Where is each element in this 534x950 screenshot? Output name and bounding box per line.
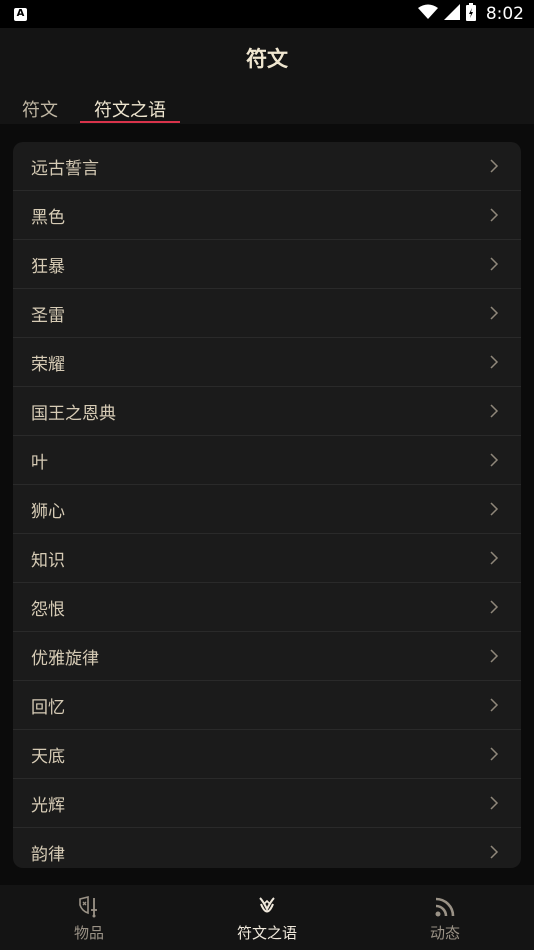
list-item[interactable]: 荣耀 bbox=[13, 338, 521, 387]
tab-bar: 符文 符文之语 bbox=[0, 88, 534, 124]
list-item-label: 圣雷 bbox=[31, 305, 65, 326]
list-item[interactable]: 圣雷 bbox=[13, 289, 521, 338]
chevron-right-icon bbox=[489, 550, 499, 566]
list-item[interactable]: 狮心 bbox=[13, 485, 521, 534]
nav-label: 符文之语 bbox=[236, 924, 297, 942]
chevron-right-icon bbox=[489, 697, 499, 713]
tab-label: 符文之语 bbox=[94, 100, 166, 121]
list-item-label: 知识 bbox=[31, 550, 65, 571]
list-item[interactable]: 国王之恩典 bbox=[13, 387, 521, 436]
list-item-label: 黑色 bbox=[31, 207, 65, 228]
list-item[interactable]: 叶 bbox=[13, 436, 521, 485]
nav-label: 动态 bbox=[429, 924, 460, 942]
rune-icon bbox=[254, 895, 280, 919]
list-item[interactable]: 优雅旋律 bbox=[13, 632, 521, 681]
chevron-right-icon bbox=[489, 844, 499, 860]
chevron-right-icon bbox=[489, 452, 499, 468]
runeword-list: 远古誓言黑色狂暴圣雷荣耀国王之恩典叶狮心知识怨恨优雅旋律回忆天底光辉韵律 bbox=[13, 142, 521, 868]
status-bar: A 8:02 bbox=[0, 0, 534, 28]
list-item-label: 荣耀 bbox=[31, 354, 65, 375]
list-item[interactable]: 韵律 bbox=[13, 828, 521, 868]
page-title: 符文 bbox=[246, 47, 288, 71]
list-item[interactable]: 狂暴 bbox=[13, 240, 521, 289]
notification-app-icon: A bbox=[14, 7, 27, 21]
list-item-label: 国王之恩典 bbox=[31, 403, 116, 424]
nav-item-items[interactable]: 物品 bbox=[0, 885, 178, 950]
list-item[interactable]: 远古誓言 bbox=[13, 142, 521, 191]
list-item-label: 狮心 bbox=[31, 501, 65, 522]
shield-sword-icon bbox=[76, 895, 102, 919]
chevron-right-icon bbox=[489, 158, 499, 174]
list-item[interactable]: 黑色 bbox=[13, 191, 521, 240]
tab-runewords[interactable]: 符文之语 bbox=[80, 88, 180, 124]
chevron-right-icon bbox=[489, 501, 499, 517]
chevron-right-icon bbox=[489, 207, 499, 223]
nav-label: 物品 bbox=[73, 924, 104, 942]
chevron-right-icon bbox=[489, 746, 499, 762]
list-item-label: 远古誓言 bbox=[31, 158, 99, 179]
chevron-right-icon bbox=[489, 305, 499, 321]
list-item-label: 叶 bbox=[31, 452, 48, 473]
chevron-right-icon bbox=[489, 795, 499, 811]
tab-label: 符文 bbox=[22, 100, 58, 121]
chevron-right-icon bbox=[489, 256, 499, 272]
chevron-right-icon bbox=[489, 599, 499, 615]
list-item-label: 怨恨 bbox=[31, 599, 65, 620]
status-time: 8:02 bbox=[485, 4, 524, 24]
chevron-right-icon bbox=[489, 648, 499, 664]
bottom-nav: 物品 符文之语 动态 bbox=[0, 885, 534, 950]
tab-runes[interactable]: 符文 bbox=[22, 88, 58, 124]
wifi-icon bbox=[417, 4, 438, 24]
list-item-label: 韵律 bbox=[31, 844, 65, 865]
chevron-right-icon bbox=[489, 403, 499, 419]
list-item-label: 天底 bbox=[31, 746, 65, 767]
list-item-label: 狂暴 bbox=[31, 256, 65, 277]
chevron-right-icon bbox=[489, 354, 499, 370]
cellular-signal-icon bbox=[443, 4, 460, 24]
battery-icon bbox=[465, 3, 476, 25]
rss-icon bbox=[432, 895, 458, 919]
list-item[interactable]: 回忆 bbox=[13, 681, 521, 730]
list-item[interactable]: 天底 bbox=[13, 730, 521, 779]
list-item-label: 优雅旋律 bbox=[31, 648, 99, 669]
app-header: 符文 bbox=[0, 28, 534, 88]
nav-item-feed[interactable]: 动态 bbox=[356, 885, 534, 950]
active-tab-indicator bbox=[80, 121, 180, 123]
list-item-label: 光辉 bbox=[31, 795, 65, 816]
list-item-label: 回忆 bbox=[31, 697, 65, 718]
list-item[interactable]: 怨恨 bbox=[13, 583, 521, 632]
list-item[interactable]: 知识 bbox=[13, 534, 521, 583]
nav-item-runewords[interactable]: 符文之语 bbox=[178, 885, 356, 950]
list-item[interactable]: 光辉 bbox=[13, 779, 521, 828]
